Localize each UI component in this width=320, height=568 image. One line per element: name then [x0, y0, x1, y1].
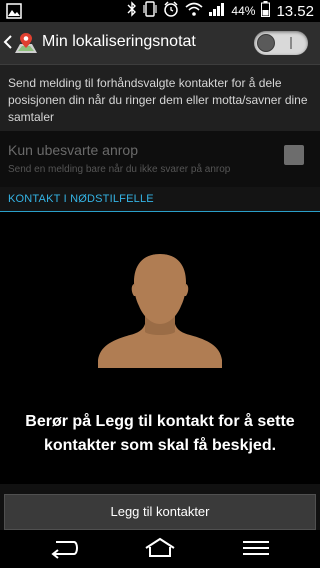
action-bar: Min lokaliseringsnotat	[0, 22, 320, 64]
back-icon[interactable]	[48, 536, 80, 565]
missed-calls-subtitle: Send en melding bare når du ikke svarer …	[8, 164, 231, 175]
empty-state-message: Berør på Legg til kontakt for å sette ko…	[25, 413, 295, 454]
navigation-bar	[0, 530, 320, 568]
bluetooth-icon	[127, 0, 137, 22]
menu-icon[interactable]	[242, 536, 270, 565]
add-contacts-button[interactable]: Legg til kontakter	[4, 494, 316, 530]
missed-calls-option[interactable]: Kun ubesvarte anrop Send en melding bare…	[0, 131, 320, 187]
toggle-knob	[257, 34, 275, 52]
wifi-icon	[185, 2, 203, 21]
description-text: Send melding til forhåndsvalgte kontakte…	[8, 76, 308, 124]
section-label: KONTAKT I NØDSTILFELLE	[8, 193, 154, 205]
battery-icon	[261, 0, 271, 22]
home-icon[interactable]	[143, 536, 177, 565]
battery-percent: 44%	[231, 4, 256, 18]
emergency-contact-section-header: KONTAKT I NØDSTILFELLE	[0, 187, 320, 212]
map-pin-icon	[13, 31, 39, 60]
vibrate-icon	[143, 0, 158, 22]
page-title: Min lokaliseringsnotat	[42, 33, 196, 50]
image-notification-icon	[6, 3, 22, 24]
missed-calls-title: Kun ubesvarte anrop	[8, 142, 138, 158]
person-silhouette-icon	[98, 252, 222, 373]
clock: 13.52	[276, 2, 314, 20]
toggle-on-mark	[290, 37, 292, 49]
bottom-action-area: Legg til kontakter	[0, 484, 320, 530]
missed-calls-checkbox[interactable]	[284, 145, 304, 165]
signal-icon	[209, 2, 225, 21]
status-bar: 44% 13.52	[0, 0, 320, 22]
back-chevron-icon[interactable]	[3, 34, 13, 55]
alarm-icon	[163, 0, 179, 22]
location-note-toggle[interactable]	[254, 31, 308, 55]
description-box: Send melding til forhåndsvalgte kontakte…	[0, 64, 320, 132]
